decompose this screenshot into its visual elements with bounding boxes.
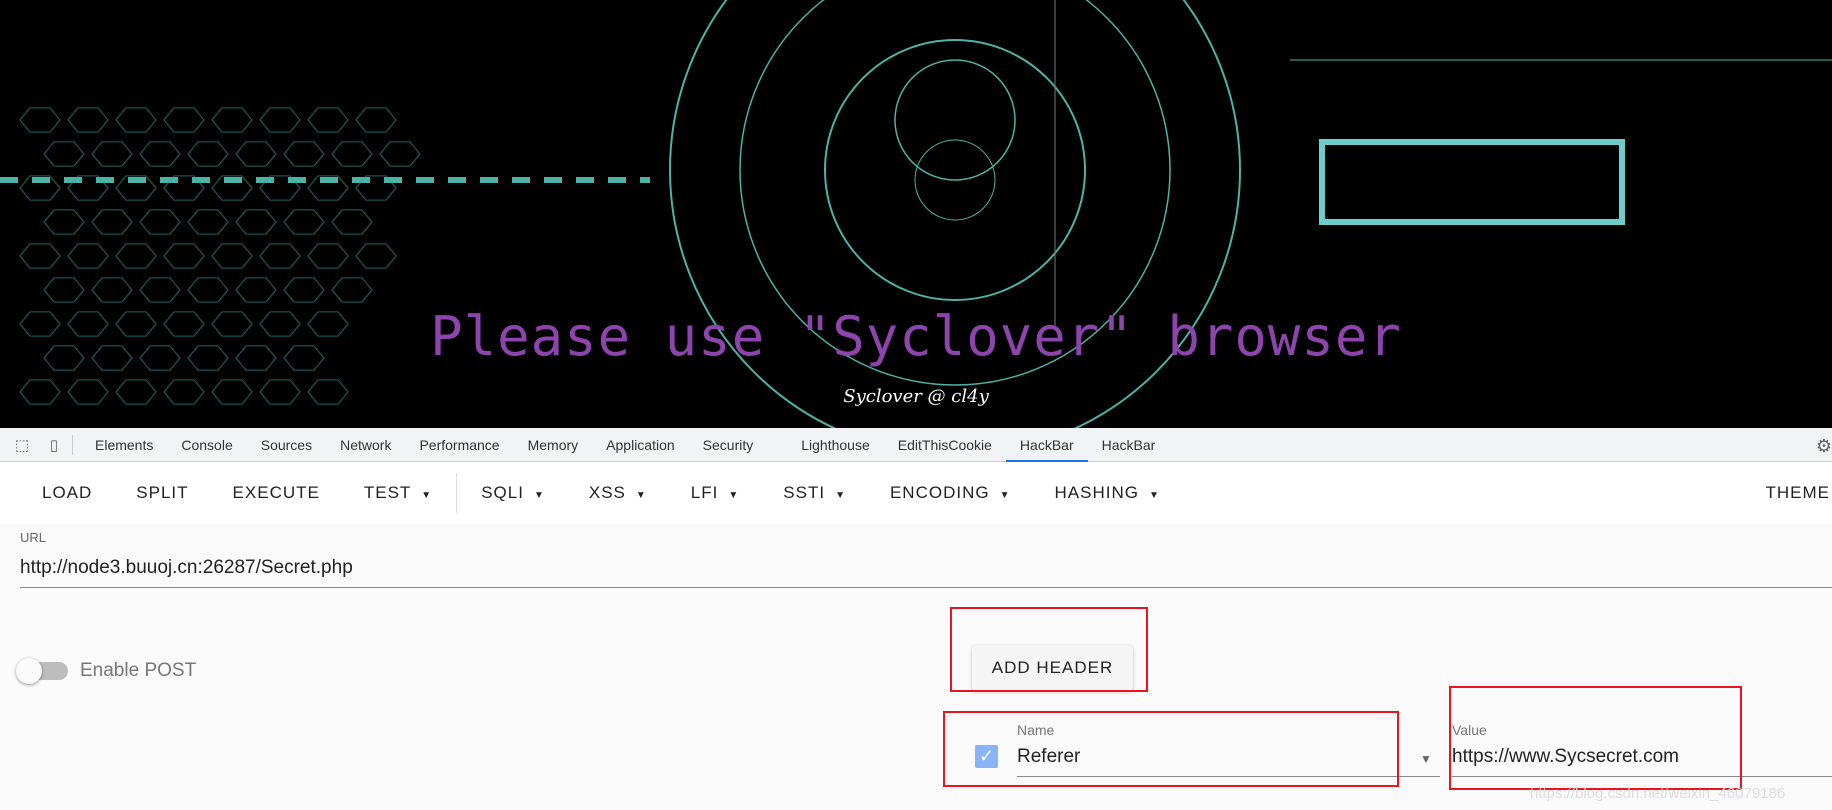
hexagon-decoration [115, 243, 157, 269]
tab-performance[interactable]: Performance [405, 428, 513, 462]
hexagon-decoration [379, 141, 421, 167]
sqli-menu[interactable]: SQLI ▼ [459, 473, 567, 513]
hexagon-decoration [187, 141, 229, 167]
hashing-menu[interactable]: HASHING ▼ [1033, 473, 1182, 513]
hexagon-decoration [187, 209, 229, 235]
tab-editthiscookie[interactable]: EditThisCookie [884, 428, 1006, 462]
tab-network[interactable]: Network [326, 428, 405, 462]
theme-menu[interactable]: THEME [1744, 473, 1832, 513]
hexagon-decoration [283, 141, 325, 167]
hexagon-decoration [283, 209, 325, 235]
hexagon-decoration [91, 209, 133, 235]
hexagon-decoration [211, 243, 253, 269]
tab-sources[interactable]: Sources [247, 428, 326, 462]
caret-down-icon: ▼ [728, 490, 740, 501]
annotation-box [950, 607, 1148, 692]
hexagon-decoration [67, 243, 109, 269]
dropdown-arrow-icon[interactable]: ▼ [1420, 752, 1432, 766]
toggle-track[interactable] [16, 658, 68, 684]
caret-down-icon: ▼ [421, 490, 433, 501]
hexagon-decoration [211, 107, 253, 133]
hexagon-decoration [163, 243, 205, 269]
toggle-knob[interactable] [16, 658, 42, 684]
hexagon-decoration [259, 107, 301, 133]
hexagon-decoration [115, 107, 157, 133]
lfi-label: LFI [690, 483, 719, 502]
hackbar-toolbar: LOAD SPLIT EXECUTE TEST ▼ SQLI ▼ XSS ▼ LFI ▼… [0, 462, 1832, 524]
inspect-icon[interactable]: ⬚ [12, 435, 32, 455]
caret-down-icon: ▼ [999, 490, 1011, 501]
test-label: TEST [363, 483, 412, 502]
tab-memory[interactable]: Memory [514, 428, 593, 462]
hexagon-decoration [91, 277, 133, 303]
headline-text: Please use "Syclover" browser [430, 305, 1402, 368]
tab-hackbar-active[interactable]: HackBar [1005, 428, 1088, 462]
gear-icon[interactable]: ⚙ [1816, 436, 1832, 457]
hexagon-decoration [235, 277, 277, 303]
ssti-label: SSTI [783, 483, 826, 502]
sqli-label: SQLI [481, 483, 524, 502]
hexagon-decoration [43, 141, 85, 167]
tab-hackbar[interactable]: HackBar [1088, 428, 1170, 462]
load-button[interactable]: LOAD [20, 473, 114, 513]
url-label: URL [20, 530, 47, 545]
caret-down-icon: ▼ [533, 490, 545, 501]
device-toolbar-icon[interactable]: ▯ [44, 435, 64, 455]
execute-button[interactable]: EXECUTE [211, 473, 342, 513]
hexagon-decoration [19, 243, 61, 269]
test-menu[interactable]: TEST ▼ [342, 473, 454, 513]
watermark: https://blog.csdn.net/weixin_46079186 [1530, 785, 1786, 802]
hexagon-decoration [235, 209, 277, 235]
hexagon-decoration [283, 277, 325, 303]
caret-down-icon: ▼ [635, 490, 647, 501]
annotation-box [1449, 686, 1742, 790]
ssti-menu[interactable]: SSTI ▼ [761, 473, 868, 513]
encoding-label: ENCODING [889, 483, 990, 502]
lfi-menu[interactable]: LFI ▼ [669, 473, 761, 513]
hexagon-decoration [355, 107, 397, 133]
hexagon-decoration [235, 141, 277, 167]
encoding-menu[interactable]: ENCODING ▼ [868, 473, 1033, 513]
hexagon-decoration [259, 243, 301, 269]
hexagon-decoration [67, 107, 109, 133]
xss-menu[interactable]: XSS ▼ [567, 473, 669, 513]
hashing-label: HASHING [1054, 483, 1139, 502]
divider [456, 473, 458, 513]
hexagon-decoration [331, 141, 373, 167]
hexagon-decoration [43, 277, 85, 303]
hexagon-decoration [163, 107, 205, 133]
hexagon-decoration [91, 141, 133, 167]
page-banner: Please use "Syclover" browser Syclover @… [0, 0, 1832, 428]
hexagon-decoration [139, 277, 181, 303]
hexagon-decoration [19, 107, 61, 133]
hexagon-decoration [43, 209, 85, 235]
tab-security[interactable]: Security [689, 428, 768, 462]
xss-label: XSS [588, 483, 626, 502]
tab-application[interactable]: Application [592, 428, 689, 462]
hexagon-decoration [187, 277, 229, 303]
hexagon-decoration [355, 243, 397, 269]
divider [72, 434, 73, 455]
hexagon-decoration [331, 277, 373, 303]
annotation-box [943, 711, 1399, 787]
devtools-tab-bar: ⬚ ▯ Elements Console Sources Network Per… [0, 428, 1832, 462]
url-input[interactable]: http://node3.buuoj.cn:26287/Secret.php [20, 557, 1832, 579]
caret-down-icon: ▼ [835, 490, 846, 501]
caret-down-icon: ▼ [1148, 490, 1160, 501]
hexagon-decoration [307, 243, 349, 269]
url-field[interactable]: URL http://node3.buuoj.cn:26287/Secret.p… [20, 530, 1832, 588]
byline-text: Syclover @ cl4y [843, 386, 989, 407]
enable-post-toggle[interactable]: Enable POST [16, 658, 197, 684]
hexagon-decoration [139, 141, 181, 167]
tab-lighthouse[interactable]: Lighthouse [787, 428, 884, 462]
hexagon-decoration [331, 209, 373, 235]
tab-elements[interactable]: Elements [81, 428, 167, 462]
hexagon-decoration [139, 209, 181, 235]
split-button[interactable]: SPLIT [114, 473, 210, 513]
enable-post-label: Enable POST [80, 660, 197, 681]
hexagon-decoration [307, 107, 349, 133]
tab-console[interactable]: Console [167, 428, 246, 462]
